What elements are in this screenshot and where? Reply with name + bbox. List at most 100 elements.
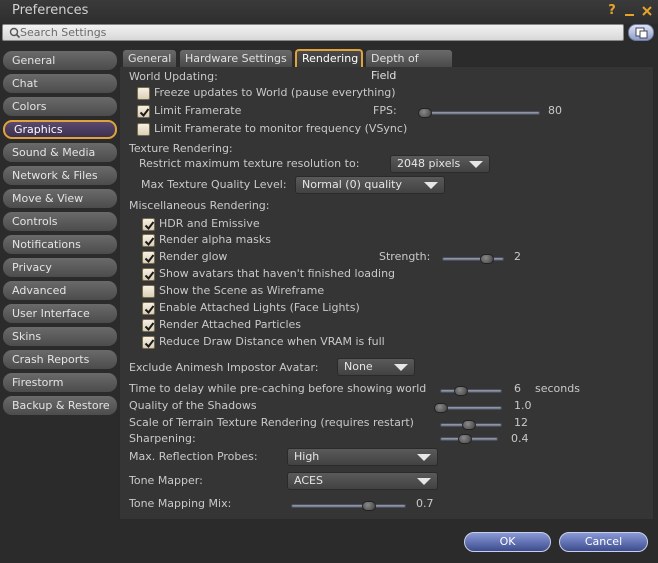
slider-thumb[interactable] [362,501,376,511]
sidebar-item-crash-reports[interactable]: Crash Reports [3,350,117,369]
face-lights-label: Enable Attached Lights (Face Lights) [159,301,360,314]
sidebar-item-graphics[interactable]: Graphics [3,120,117,139]
particles-label: Render Attached Particles [159,318,301,331]
shadows-label: Quality of the Shadows [129,399,257,412]
avatars-unfinished-label: Show avatars that haven't finished loadi… [159,267,396,280]
help-icon[interactable]: ? [605,4,619,18]
sidebar-item-notifications[interactable]: Notifications [3,235,117,254]
alpha-masks-checkbox[interactable] [142,234,155,247]
vram-label: Reduce Draw Distance when VRAM is full [159,335,385,348]
chevron-down-icon [424,182,438,189]
chevron-down-icon [417,454,431,461]
limit-framerate-checkbox[interactable] [137,105,150,118]
checkmark-icon [144,339,155,349]
shadows-slider[interactable] [434,403,502,413]
freeze-updates-label: Freeze updates to World (pause everythin… [154,86,396,99]
fps-label: FPS: [373,104,397,117]
checkmark-icon [139,108,150,118]
animesh-value: None [344,360,373,373]
wireframe-checkbox[interactable] [142,285,155,298]
checkmark-icon [144,237,155,247]
sharpening-label: Sharpening: [129,432,196,445]
sidebar-item-backup-restore[interactable]: Backup & Restore [3,396,117,415]
checkmark-icon [144,254,155,264]
precache-label: Time to delay while pre-caching before s… [129,382,427,395]
checkmark-icon [144,322,155,332]
sidebar-item-advanced[interactable]: Advanced [3,281,117,300]
glow-label: Render glow [159,250,228,263]
world-updating-heading: World Updating: [129,70,218,83]
search-input[interactable] [20,25,610,40]
sidebar-item-privacy[interactable]: Privacy [3,258,117,277]
freeze-updates-checkbox[interactable] [137,87,150,100]
reflection-dropdown[interactable]: High [287,448,438,466]
sidebar-item-general[interactable]: General [3,51,117,70]
sidebar-item-sound-media[interactable]: Sound & Media [3,143,117,162]
glow-checkbox[interactable] [142,251,155,264]
search-options-button[interactable] [628,24,654,41]
tonemapper-dropdown[interactable]: ACES [287,472,438,490]
tab-hardware-settings[interactable]: Hardware Settings [179,49,293,67]
strength-value: 2 [514,250,521,263]
sidebar-item-network-files[interactable]: Network & Files [3,166,117,185]
fps-slider[interactable] [418,108,540,118]
slider-thumb[interactable] [458,434,472,444]
terrain-slider[interactable] [440,420,502,430]
slider-thumb[interactable] [434,403,448,413]
vram-checkbox[interactable] [142,336,155,349]
sidebar-item-user-interface[interactable]: User Interface [3,304,117,323]
tab-depth-of-field[interactable]: Depth of Field [365,49,453,82]
texture-quality-value: Normal (0) quality [302,178,403,191]
animesh-dropdown[interactable]: None [337,358,415,376]
precache-unit: seconds [535,382,580,395]
checkmark-icon [144,305,155,315]
slider-thumb[interactable] [480,254,494,264]
texture-quality-label: Max Texture Quality Level: [141,178,287,191]
sharpening-slider[interactable] [440,434,498,444]
tab-rendering[interactable]: Rendering [295,49,363,67]
close-icon[interactable] [640,4,654,18]
slider-thumb[interactable] [418,108,432,118]
sidebar-item-move-view[interactable]: Move & View [3,189,117,208]
sidebar-item-skins[interactable]: Skins [3,327,117,346]
animesh-label: Exclude Animesh Impostor Avatar: [129,361,319,374]
reflection-value: High [294,450,320,463]
sidebar-item-chat[interactable]: Chat [3,74,117,93]
chevron-down-icon [469,161,483,168]
tonemapper-value: ACES [294,474,323,487]
slider-thumb[interactable] [462,420,476,430]
strength-slider[interactable] [442,254,504,264]
hdr-checkbox[interactable] [142,218,155,231]
limit-vsync-checkbox[interactable] [137,123,150,136]
texture-resolution-dropdown[interactable]: 2048 pixels [390,155,490,173]
ok-button[interactable]: OK [464,532,551,552]
restrict-texture-label: Restrict maximum texture resolution to: [139,157,360,170]
tonemix-slider[interactable] [291,501,406,511]
sidebar-item-colors[interactable]: Colors [3,97,117,116]
sidebar-item-controls[interactable]: Controls [3,212,117,231]
avatars-unfinished-checkbox[interactable] [142,268,155,281]
sharpening-value: 0.4 [511,432,529,445]
limit-framerate-label: Limit Framerate [154,104,242,117]
search-box[interactable] [2,24,624,41]
face-lights-checkbox[interactable] [142,302,155,315]
slider-thumb[interactable] [454,386,468,396]
sidebar-item-firestorm[interactable]: Firestorm [3,373,117,392]
shadows-value: 1.0 [514,399,532,412]
texture-resolution-value: 2048 pixels [397,157,461,170]
particles-checkbox[interactable] [142,319,155,332]
alpha-masks-label: Render alpha masks [159,233,271,246]
minimize-icon[interactable] [623,4,637,18]
chevron-down-icon [417,478,431,485]
title-bar[interactable]: Preferences ? [0,0,658,24]
wireframe-label: Show the Scene as Wireframe [159,284,325,297]
texture-quality-dropdown[interactable]: Normal (0) quality [295,176,445,194]
precache-slider[interactable] [440,386,502,396]
checkmark-icon [144,271,155,281]
cancel-button[interactable]: Cancel [559,532,648,552]
tab-general[interactable]: General [122,49,177,67]
terrain-value: 12 [514,416,528,429]
fps-value: 80 [548,104,562,117]
hdr-label: HDR and Emissive [159,217,260,230]
strength-label: Strength: [379,250,431,263]
